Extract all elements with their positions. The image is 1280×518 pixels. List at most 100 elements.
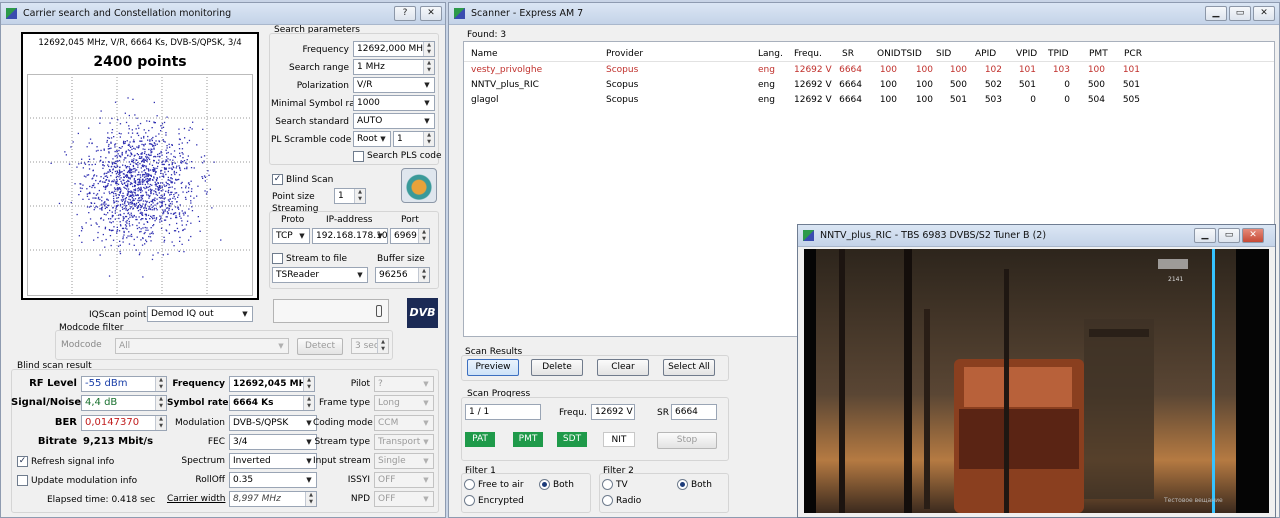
column-header-onid[interactable]: ONID bbox=[877, 49, 900, 59]
buffer-spin-icon[interactable]: ▲ ▼ bbox=[418, 268, 429, 282]
constellation-point bbox=[137, 184, 139, 186]
iqscan-select[interactable]: Demod IQ out ▼ bbox=[147, 306, 253, 322]
stream-to-file-checkbox[interactable] bbox=[272, 253, 283, 264]
detect-button[interactable]: Detect bbox=[297, 338, 343, 355]
point-size-spin-icon[interactable]: ▲ ▼ bbox=[354, 189, 365, 203]
clear-button[interactable]: Clear bbox=[597, 359, 649, 376]
constellation-point bbox=[141, 165, 143, 167]
port-spin-icon[interactable]: ▲ ▼ bbox=[418, 229, 429, 243]
range-spin-icon[interactable]: ▲ ▼ bbox=[423, 60, 434, 74]
input-stream-select[interactable]: Single ▼ bbox=[374, 453, 434, 469]
column-header-apid[interactable]: APID bbox=[975, 49, 996, 59]
ip-select[interactable]: 192.168.178.10 ▼ bbox=[312, 228, 388, 244]
constellation-point bbox=[146, 120, 148, 122]
coding-mode-select[interactable]: CCM ▼ bbox=[374, 415, 434, 431]
constellation-point bbox=[89, 185, 91, 188]
column-header-provider[interactable]: Provider bbox=[606, 49, 643, 59]
column-header-pcr[interactable]: PCR bbox=[1124, 49, 1142, 59]
rolloff-select[interactable]: 0.35 ▼ bbox=[229, 472, 317, 488]
refresh-signal-checkbox[interactable]: ✓ bbox=[17, 456, 28, 467]
constellation-point bbox=[138, 145, 140, 147]
constellation-point bbox=[130, 233, 133, 236]
polarization-select[interactable]: V/R ▼ bbox=[353, 77, 435, 93]
freq-result-label: Frequency bbox=[172, 379, 225, 389]
column-header-vpid[interactable]: VPID bbox=[1016, 49, 1037, 59]
constellation-point bbox=[146, 180, 148, 182]
constellation-point bbox=[113, 179, 115, 181]
pl-spin-icon[interactable]: ▲ ▼ bbox=[423, 132, 434, 146]
maximize-icon[interactable]: ▭ bbox=[1229, 6, 1251, 21]
issyi-select[interactable]: OFF ▼ bbox=[374, 472, 434, 488]
column-header-tsid[interactable]: TSID bbox=[901, 49, 922, 59]
constellation-point bbox=[163, 140, 165, 142]
frequency-spin-icon[interactable]: ▲ ▼ bbox=[423, 42, 434, 56]
constellation-point bbox=[124, 204, 126, 206]
column-header-frequ[interactable]: Frequ. bbox=[794, 49, 822, 59]
detect-timeout-select[interactable]: 3 sec ▲ ▼ bbox=[351, 338, 389, 354]
frame-type-select[interactable]: Long ▼ bbox=[374, 395, 434, 411]
constellation-point bbox=[137, 181, 139, 183]
min-sr-select[interactable]: 1000 ▼ bbox=[353, 95, 435, 111]
column-header-name[interactable]: Name bbox=[471, 49, 498, 59]
preview-button[interactable]: Preview bbox=[467, 359, 519, 376]
minimize-icon[interactable]: ▁ bbox=[1194, 228, 1216, 243]
help-button[interactable]: ? bbox=[394, 6, 416, 21]
minimize-icon[interactable]: ▁ bbox=[1205, 6, 1227, 21]
port-input[interactable]: 6969 ▲ ▼ bbox=[390, 228, 430, 244]
close-icon[interactable]: ✕ bbox=[1253, 6, 1275, 21]
npd-select[interactable]: OFF ▼ bbox=[374, 491, 434, 507]
constellation-point bbox=[141, 171, 143, 173]
search-pls-checkbox[interactable] bbox=[353, 151, 364, 162]
stream-type-select[interactable]: Transport ▼ bbox=[374, 434, 434, 450]
constellation-point bbox=[137, 178, 139, 181]
column-header-sr[interactable]: SR bbox=[842, 49, 854, 59]
search-standard-select[interactable]: AUTO ▼ bbox=[353, 113, 435, 129]
pl-mode-select[interactable]: Root ▼ bbox=[353, 131, 391, 147]
filter2-both-radio[interactable] bbox=[677, 479, 688, 490]
column-header-pmt[interactable]: PMT bbox=[1089, 49, 1108, 59]
modulation-select[interactable]: DVB-S/QPSK ▼ bbox=[229, 415, 317, 431]
proto-select[interactable]: TCP ▼ bbox=[272, 228, 310, 244]
update-modulation-checkbox[interactable] bbox=[17, 475, 28, 486]
constellation-point bbox=[134, 184, 136, 187]
sec-spin-icon[interactable]: ▲ ▼ bbox=[377, 339, 388, 353]
ber-value: 0,0147370 ▲ ▼ bbox=[81, 415, 167, 431]
fec-select[interactable]: 3/4 ▼ bbox=[229, 434, 317, 450]
video-frame[interactable]: 2141 Тестовое вещание bbox=[804, 249, 1269, 513]
constellation-point bbox=[201, 176, 203, 178]
spectrum-select[interactable]: Inverted ▼ bbox=[229, 453, 317, 469]
free-to-air-radio[interactable] bbox=[464, 479, 475, 490]
stop-button[interactable]: Stop bbox=[657, 432, 717, 449]
tv-radio[interactable] bbox=[602, 479, 613, 490]
reader-select[interactable]: TSReader ▼ bbox=[272, 267, 368, 283]
select-all-button[interactable]: Select All bbox=[663, 359, 715, 376]
encrypted-radio[interactable] bbox=[464, 495, 475, 506]
column-header-lang[interactable]: Lang. bbox=[758, 49, 783, 59]
radio-radio[interactable] bbox=[602, 495, 613, 506]
filter1-both-radio[interactable] bbox=[539, 479, 550, 490]
constellation-point bbox=[116, 150, 118, 152]
close-icon[interactable]: ✕ bbox=[1242, 228, 1264, 243]
rf-level-label: RF Level bbox=[29, 378, 77, 389]
column-header-tpid[interactable]: TPID bbox=[1048, 49, 1069, 59]
maximize-icon[interactable]: ▭ bbox=[1218, 228, 1240, 243]
close-icon[interactable]: ✕ bbox=[420, 6, 442, 21]
constellation-point bbox=[140, 195, 142, 197]
blind-scan-checkbox[interactable]: ✓ bbox=[272, 174, 283, 185]
column-header-sid[interactable]: SID bbox=[936, 49, 951, 59]
constellation-point bbox=[190, 161, 193, 163]
constellation-point bbox=[140, 167, 142, 169]
buffer-size-input[interactable]: 96256 ▲ ▼ bbox=[375, 267, 430, 283]
constellation-point bbox=[88, 161, 90, 163]
search-range-input[interactable]: 1 MHz ▲ ▼ bbox=[353, 59, 435, 75]
pl-value-input[interactable]: 1 ▲ ▼ bbox=[393, 131, 435, 147]
constellation-point bbox=[149, 208, 151, 210]
frequency-input[interactable]: 12692,000 MHz ▲ ▼ bbox=[353, 41, 435, 57]
constellation-point bbox=[164, 203, 167, 206]
constellation-point bbox=[211, 207, 213, 209]
point-size-input[interactable]: 1 ▲ ▼ bbox=[334, 188, 366, 204]
modcode-select[interactable]: All ▼ bbox=[115, 338, 289, 354]
constellation-point bbox=[81, 158, 83, 160]
pilot-select[interactable]: ? ▼ bbox=[374, 376, 434, 392]
delete-button[interactable]: Delete bbox=[531, 359, 583, 376]
